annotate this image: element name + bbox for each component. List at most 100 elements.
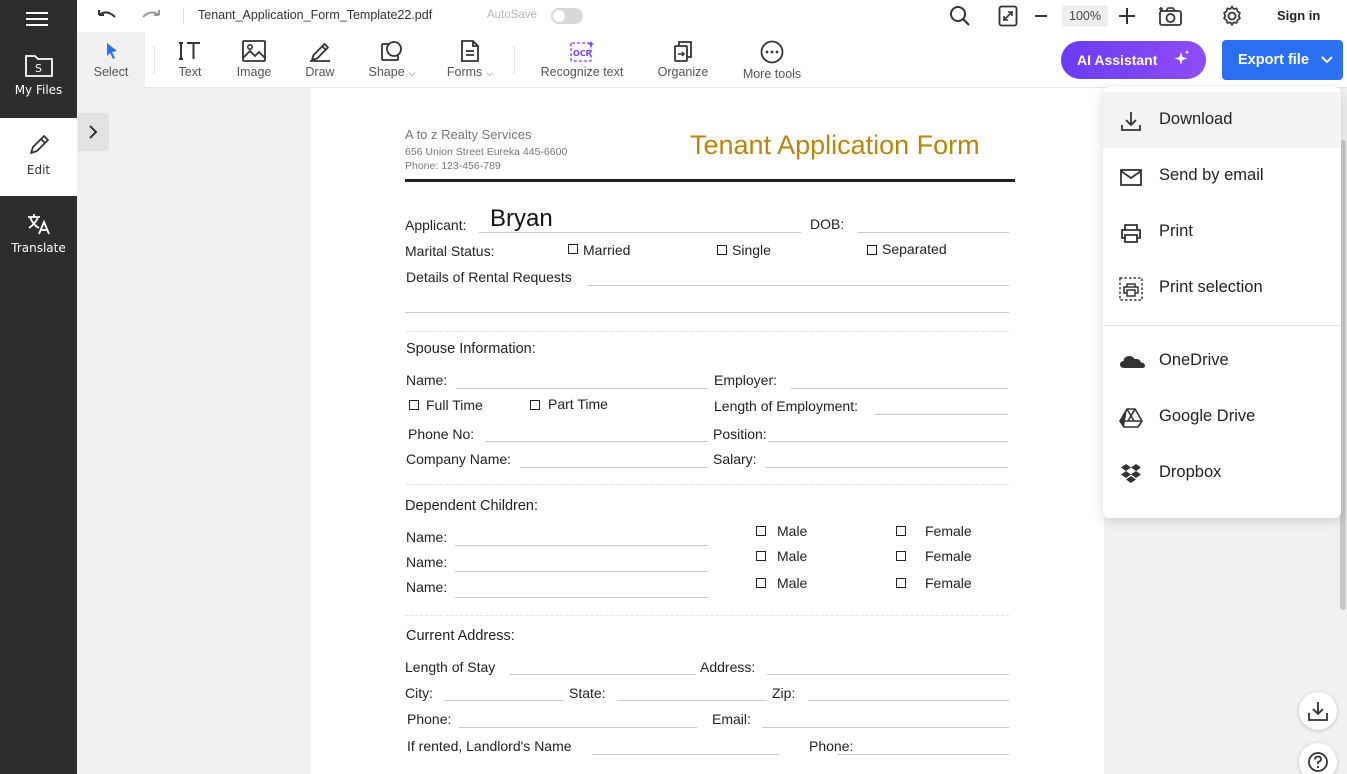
rental-requests-field-2[interactable]	[405, 312, 1009, 313]
autosave-toggle[interactable]	[551, 8, 583, 24]
print-selection-icon	[1119, 277, 1143, 301]
tool-forms[interactable]: Forms ⌵	[439, 32, 501, 88]
married-checkbox[interactable]	[568, 244, 578, 254]
tool-image[interactable]: Image	[229, 32, 279, 88]
menu-item-google-drive[interactable]: Google Drive	[1103, 389, 1341, 445]
camera-icon[interactable]	[1158, 5, 1184, 27]
email-field[interactable]	[762, 727, 1009, 728]
expand-panel-button[interactable]	[78, 113, 109, 151]
salary-field[interactable]	[766, 467, 1008, 468]
position-field[interactable]	[768, 441, 1008, 442]
male-checkbox[interactable]	[756, 526, 766, 536]
employer-field[interactable]	[791, 388, 1008, 389]
menu-item-send-email[interactable]: Send by email	[1103, 148, 1341, 204]
landlord-phone-field[interactable]	[838, 754, 1009, 755]
tool-organize[interactable]: Organize	[654, 32, 712, 88]
menu-item-download[interactable]: Download	[1103, 92, 1341, 148]
length-stay-field[interactable]	[510, 674, 696, 675]
sign-in-link[interactable]: Sign in	[1277, 8, 1320, 23]
ai-assistant-button[interactable]: AI Assistant	[1061, 41, 1206, 79]
full-time-checkbox[interactable]	[409, 400, 419, 410]
landlord-phone-label: Phone:	[809, 738, 854, 754]
fit-page-icon[interactable]	[998, 5, 1018, 27]
city-field[interactable]	[444, 700, 564, 701]
part-time-checkbox[interactable]	[530, 400, 540, 410]
zoom-out-icon[interactable]	[1032, 5, 1050, 27]
female-label: Female	[925, 548, 972, 564]
chevron-right-icon	[89, 125, 98, 139]
phone-field[interactable]	[459, 727, 697, 728]
applicant-field[interactable]: Bryan	[490, 205, 553, 233]
child-name-field[interactable]	[455, 545, 708, 546]
undo-icon[interactable]	[95, 7, 119, 25]
shape-icon	[381, 41, 402, 61]
export-file-label: Export file	[1238, 52, 1309, 68]
separated-label: Separated	[882, 241, 947, 257]
state-field[interactable]	[617, 700, 767, 701]
female-label: Female	[925, 523, 972, 539]
zip-field[interactable]	[808, 700, 1009, 701]
phone-no-field[interactable]	[485, 441, 708, 442]
female-checkbox[interactable]	[896, 551, 906, 561]
divider	[154, 46, 155, 74]
menu-item-print-selection[interactable]: Print selection	[1103, 260, 1341, 316]
search-icon[interactable]	[949, 5, 971, 27]
dependent-heading: Dependent Children:	[405, 498, 539, 514]
sidebar-item-translate[interactable]: Translate	[0, 196, 77, 274]
rental-requests-label: Details of Rental Requests	[406, 269, 572, 285]
divider	[405, 179, 1015, 182]
tool-label: Text	[178, 65, 202, 79]
male-checkbox[interactable]	[756, 578, 766, 588]
folder-icon: S	[24, 55, 53, 77]
export-menu: Download Send by email Print Print selec…	[1103, 87, 1341, 518]
translate-icon	[27, 214, 50, 235]
sparkle-icon	[1174, 50, 1190, 65]
tool-draw[interactable]: Draw	[295, 32, 345, 88]
child-name-field[interactable]	[455, 597, 708, 598]
redo-icon[interactable]	[139, 7, 163, 25]
sidebar-item-edit[interactable]: Edit	[0, 118, 77, 196]
gear-icon[interactable]	[1221, 5, 1243, 27]
tool-text[interactable]: Text	[165, 32, 215, 88]
sidebar-item-label: My Files	[14, 83, 63, 97]
menu-icon[interactable]	[26, 8, 48, 28]
company-name-field[interactable]	[520, 467, 708, 468]
rental-requests-field[interactable]	[587, 285, 1009, 286]
male-checkbox[interactable]	[756, 551, 766, 561]
export-file-button[interactable]: Export file	[1222, 40, 1343, 80]
chevron-down-icon: ⌵	[408, 68, 416, 78]
sidebar-item-my-files[interactable]: S My Files	[0, 40, 77, 118]
help-button[interactable]	[1299, 743, 1337, 774]
address-field[interactable]	[767, 674, 1009, 675]
zoom-level[interactable]: 100%	[1062, 5, 1108, 27]
length-employment-field[interactable]	[875, 414, 1008, 415]
tool-label: Forms ⌵	[446, 65, 494, 79]
tool-select[interactable]: Select	[77, 32, 145, 88]
menu-item-onedrive[interactable]: OneDrive	[1103, 333, 1341, 389]
top-bar: Tenant_Application_Form_Template22.pdf A…	[77, 0, 1347, 32]
autosave-label: AutoSave	[487, 9, 537, 21]
tool-label: Recognize text	[540, 65, 624, 79]
female-checkbox[interactable]	[896, 578, 906, 588]
landlord-name-field[interactable]	[592, 754, 779, 755]
position-label: Position:	[713, 426, 767, 442]
tool-label: Organize	[657, 65, 709, 79]
form-icon	[461, 40, 479, 62]
menu-item-dropbox[interactable]: Dropbox	[1103, 445, 1341, 501]
child-name-label: Name:	[406, 579, 448, 595]
separated-checkbox[interactable]	[867, 245, 877, 255]
child-name-field[interactable]	[455, 571, 708, 572]
dob-field[interactable]	[857, 232, 1009, 233]
company-phone: Phone: 123-456-789	[405, 160, 501, 172]
female-checkbox[interactable]	[896, 526, 906, 536]
male-label: Male	[777, 548, 808, 564]
menu-item-print[interactable]: Print	[1103, 204, 1341, 260]
save-download-button[interactable]	[1299, 692, 1337, 730]
zoom-in-icon[interactable]	[1117, 5, 1137, 27]
spouse-name-field[interactable]	[456, 388, 708, 389]
tool-more-tools[interactable]: More tools	[739, 32, 805, 88]
single-checkbox[interactable]	[717, 245, 727, 255]
tool-recognize-text[interactable]: OCR Recognize text	[535, 32, 629, 88]
tool-shape[interactable]: Shape ⌵	[361, 32, 423, 88]
left-sidebar: S My Files Edit Translate	[0, 0, 77, 774]
